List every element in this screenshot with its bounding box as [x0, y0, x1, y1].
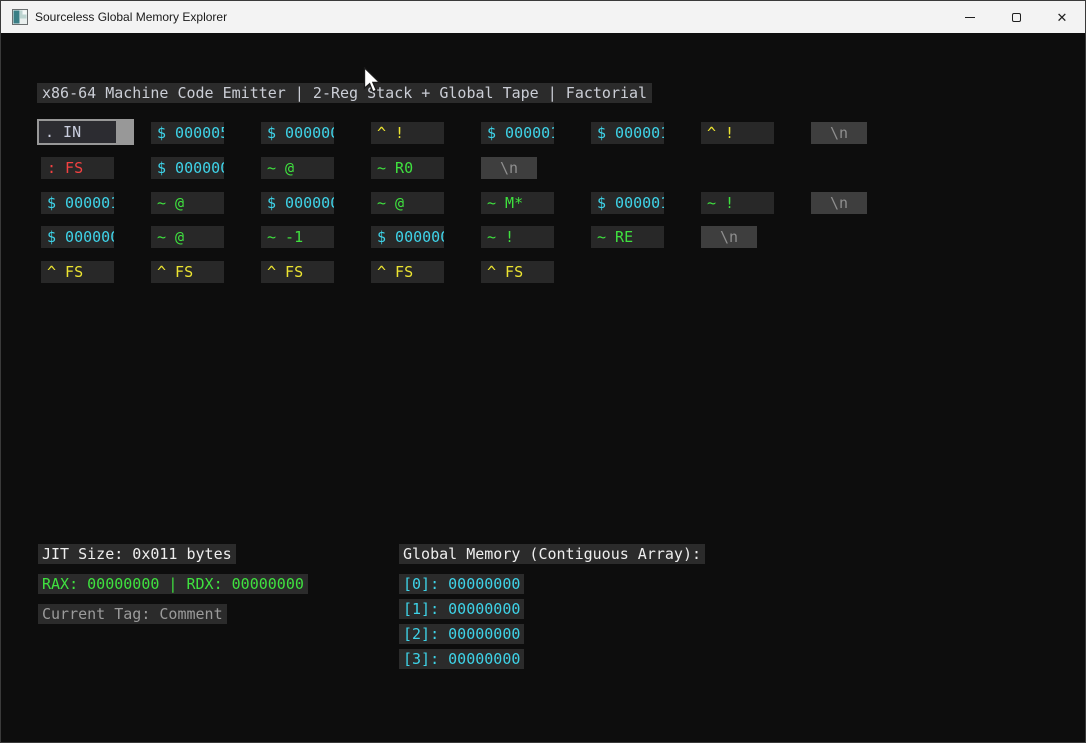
newline-token-cell[interactable]: \n — [811, 192, 867, 214]
memory-slot-3: [3]: 00000000 — [399, 649, 524, 669]
token-cell[interactable]: $ 000000 — [151, 157, 224, 179]
global-memory-title: Global Memory (Contiguous Array): — [399, 544, 705, 564]
registers-label: RAX: 00000000 | RDX: 00000000 — [38, 574, 308, 594]
newline-token-cell[interactable]: \n — [701, 226, 757, 248]
token-cell[interactable]: ~ @ — [261, 157, 334, 179]
window-title: Sourceless Global Memory Explorer — [35, 1, 227, 33]
token-cell[interactable]: ~ @ — [371, 192, 444, 214]
token-cell[interactable]: ~ RE — [591, 226, 664, 248]
token-cell[interactable]: ~ -1 — [261, 226, 334, 248]
maximize-button[interactable] — [993, 1, 1039, 33]
token-cell[interactable]: ^ FS — [481, 261, 554, 283]
token-cell[interactable]: $ 000005 — [151, 122, 224, 144]
token-cell[interactable]: $ 000000 — [261, 192, 334, 214]
content-area: x86-64 Machine Code Emitter | 2-Reg Stac… — [1, 33, 1085, 742]
token-cell[interactable]: $ 000000 — [371, 226, 444, 248]
memory-slot-2: [2]: 00000000 — [399, 624, 524, 644]
token-cell[interactable]: $ 000000 — [41, 226, 114, 248]
token-cell[interactable]: : FS — [41, 157, 114, 179]
token-cell[interactable]: ^ FS — [151, 261, 224, 283]
newline-token-cell[interactable]: \n — [481, 157, 537, 179]
jit-size-label: JIT Size: 0x011 bytes — [38, 544, 236, 564]
token-cell[interactable]: ~ @ — [151, 226, 224, 248]
title-bar: Sourceless Global Memory Explorer ✕ — [1, 1, 1085, 33]
token-cell[interactable]: $ 000001 — [481, 122, 554, 144]
memory-slot-1: [1]: 00000000 — [399, 599, 524, 619]
minimize-button[interactable] — [947, 1, 993, 33]
newline-token-cell[interactable]: \n — [811, 122, 867, 144]
program-header: x86-64 Machine Code Emitter | 2-Reg Stac… — [37, 83, 652, 103]
token-cell[interactable]: $ 000001 — [591, 192, 664, 214]
token-cell[interactable]: $ 000001 — [591, 122, 664, 144]
token-cell[interactable]: ^ ! — [701, 122, 774, 144]
token-cell[interactable]: ^ FS — [41, 261, 114, 283]
token-cell[interactable]: ~ @ — [151, 192, 224, 214]
close-button[interactable]: ✕ — [1039, 1, 1085, 33]
token-cell[interactable]: ^ FS — [371, 261, 444, 283]
token-cell[interactable]: ~ ! — [481, 226, 554, 248]
minimize-icon — [965, 17, 975, 18]
token-cell[interactable]: $ 000001 — [41, 192, 114, 214]
close-icon: ✕ — [1057, 11, 1068, 24]
app-window: Sourceless Global Memory Explorer ✕ x86-… — [0, 0, 1086, 743]
token-cell[interactable]: ^ FS — [261, 261, 334, 283]
maximize-icon — [1012, 13, 1021, 22]
memory-slot-0: [0]: 00000000 — [399, 574, 524, 594]
token-cell[interactable]: ~ R0 — [371, 157, 444, 179]
window-controls: ✕ — [947, 1, 1085, 33]
token-cell[interactable]: ~ ! — [701, 192, 774, 214]
entry-cursor-block — [116, 121, 132, 143]
active-token-entry[interactable]: . IN — [37, 119, 134, 145]
token-cell[interactable]: ^ ! — [371, 122, 444, 144]
token-cell[interactable]: ~ M* — [481, 192, 554, 214]
current-tag-label: Current Tag: Comment — [38, 604, 227, 624]
app-icon — [12, 9, 28, 25]
token-cell[interactable]: $ 000000 — [261, 122, 334, 144]
